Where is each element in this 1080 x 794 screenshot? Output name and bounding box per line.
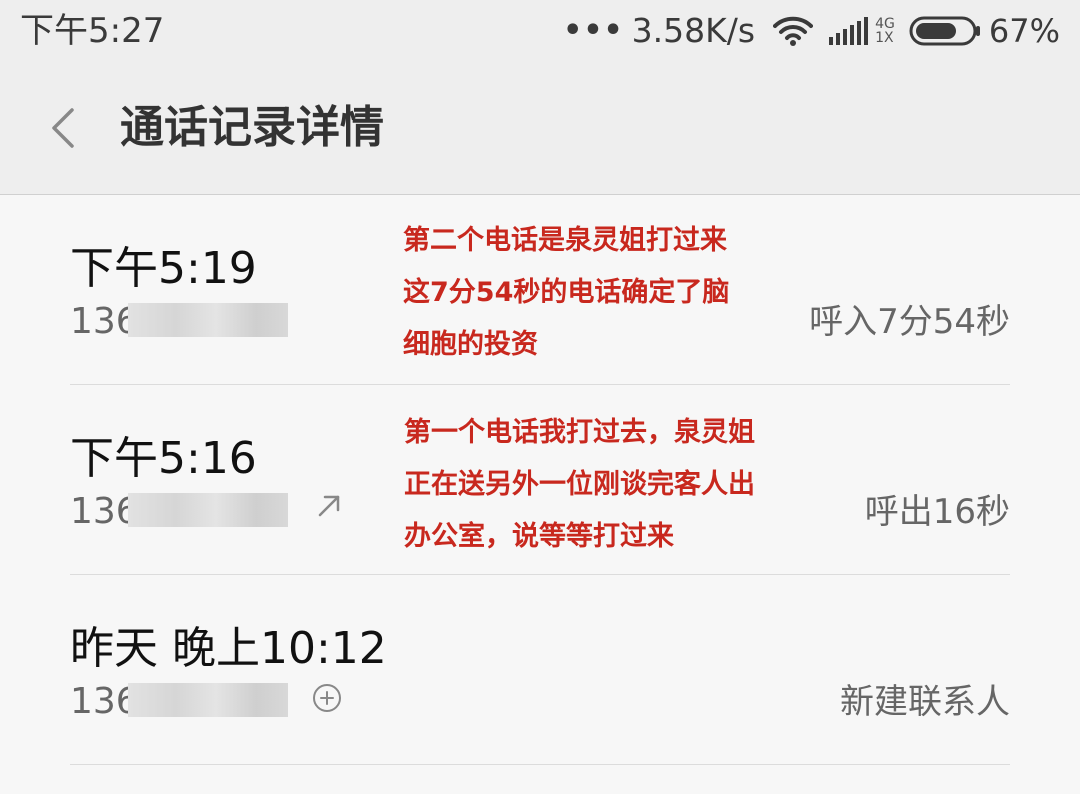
network-type-top: 4G — [875, 16, 895, 32]
more-dots-icon: ••• — [563, 13, 624, 48]
annotation-line: 细胞的投资 — [403, 329, 538, 360]
annotation-line: 这7分54秒的电话确定了脑 — [403, 277, 730, 308]
annotation-line: 第一个电话我打过去，泉灵姐 — [404, 417, 755, 448]
header: 通话记录详情 — [0, 62, 1080, 195]
call-row[interactable]: 下午5:19 136 第二个电话是泉灵姐打过来 这7分54秒的电话确定了脑 细胞… — [70, 195, 1010, 385]
network-type-bottom: 1X — [875, 30, 894, 46]
signal-icon — [829, 17, 869, 45]
network-speed: 3.58K/s — [631, 11, 756, 50]
wifi-icon — [773, 16, 814, 46]
number-redaction — [128, 683, 288, 717]
call-time: 下午5:16 — [70, 433, 257, 484]
status-right: ••• 3.58K/s 4G 1X 67% — [563, 8, 1060, 54]
battery-percent: 67% — [988, 12, 1060, 50]
number-redaction — [128, 303, 288, 337]
annotation-line: 办公室，说等等打过来 — [404, 521, 674, 552]
page-title: 通话记录详情 — [120, 102, 384, 153]
number-redaction — [128, 493, 288, 527]
add-circle-icon[interactable] — [312, 683, 342, 713]
new-contact-button[interactable]: 新建联系人 — [840, 679, 1010, 725]
call-time: 昨天 晚上10:12 — [70, 623, 387, 674]
call-time: 下午5:19 — [70, 243, 257, 294]
annotation-note: 第二个电话是泉灵姐打过来 这7分54秒的电话确定了脑 细胞的投资 — [403, 215, 729, 371]
battery-icon — [909, 16, 980, 46]
chevron-left-icon[interactable] — [48, 106, 84, 150]
annotation-note: 第一个电话我打过去，泉灵姐 正在送另外一位刚谈完客人出 办公室，说等等打过来 — [404, 407, 755, 563]
outgoing-arrow-icon — [318, 495, 340, 517]
status-bar: 下午5:27 ••• 3.58K/s 4G 1X 67% — [0, 0, 1080, 62]
network-type: 4G 1X — [875, 17, 895, 45]
call-list: 下午5:19 136 第二个电话是泉灵姐打过来 这7分54秒的电话确定了脑 细胞… — [0, 195, 1080, 765]
call-duration: 呼入7分54秒 — [809, 302, 1010, 342]
annotation-line: 第二个电话是泉灵姐打过来 — [403, 225, 727, 256]
call-duration: 呼出16秒 — [864, 492, 1010, 532]
status-time: 下午5:27 — [20, 11, 165, 51]
call-row[interactable]: 昨天 晚上10:12 136 新建联系人 — [70, 575, 1010, 765]
call-row[interactable]: 下午5:16 136 第一个电话我打过去，泉灵姐 正在送另外一位刚谈完客人出 办… — [70, 385, 1010, 575]
annotation-line: 正在送另外一位刚谈完客人出 — [404, 469, 755, 500]
